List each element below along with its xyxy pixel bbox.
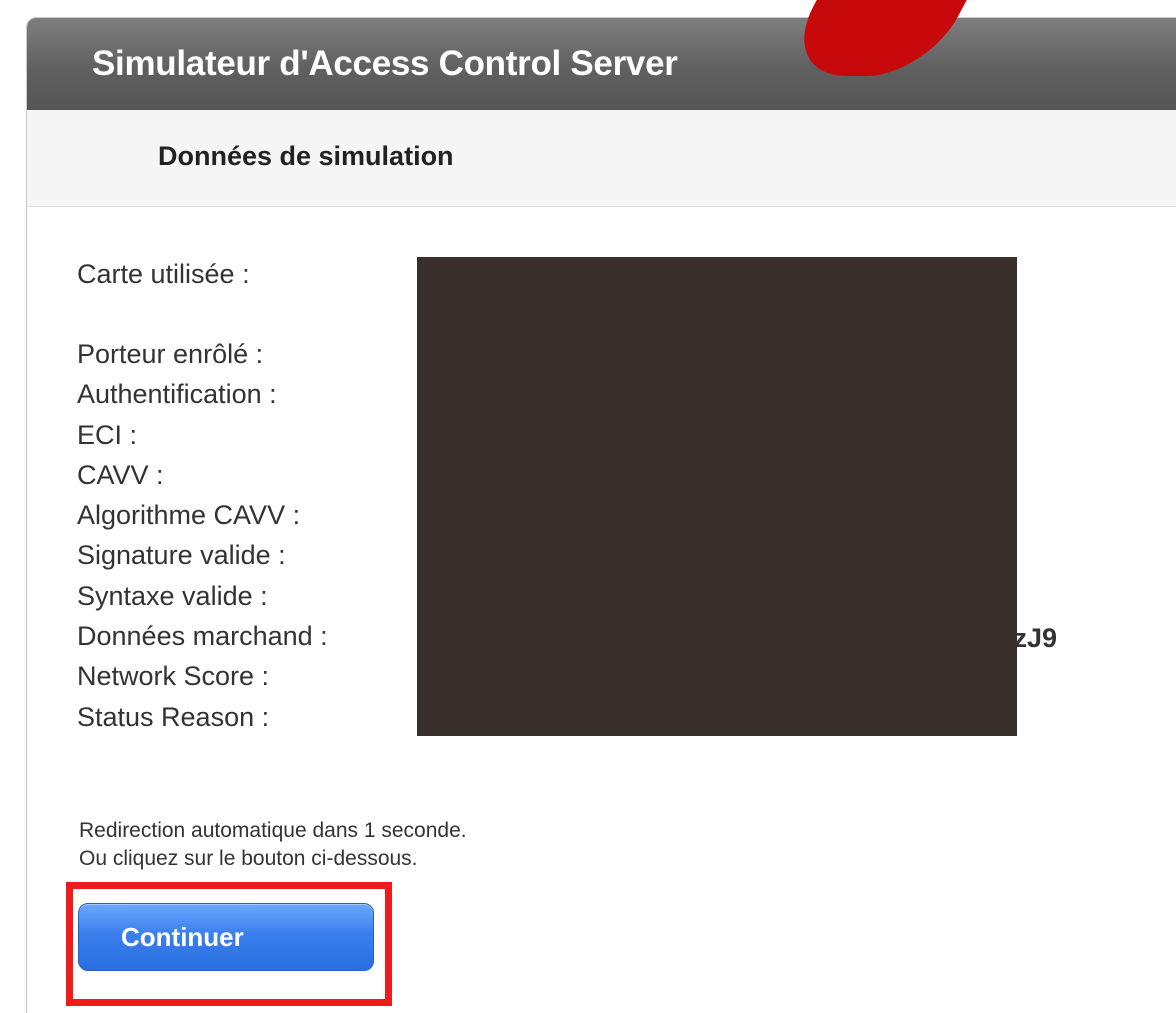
redaction-block (417, 257, 1017, 736)
field-label-cavv: CAVV : (77, 460, 164, 490)
section-title: Données de simulation (158, 141, 454, 171)
field-label-syntax-valid: Syntaxe valide : (77, 581, 268, 611)
field-label-authentication: Authentification : (77, 379, 277, 409)
redirect-message: Redirection automatique dans 1 seconde. (79, 819, 467, 842)
field-label-merchant-data: Données marchand : (77, 621, 328, 651)
field-label-card: Carte utilisée : (77, 259, 250, 289)
field-label-network-score: Network Score : (77, 661, 270, 691)
field-label-cavv-algorithm: Algorithme CAVV : (77, 500, 301, 530)
page-title: Simulateur d'Access Control Server (92, 44, 678, 83)
field-label-enrolled: Porteur enrôlé : (77, 339, 264, 369)
redirect-instruction: Ou cliquez sur le bouton ci-dessous. (79, 847, 418, 870)
continue-button[interactable]: Continuer (78, 903, 374, 971)
continue-button-label: Continuer (121, 922, 244, 952)
page: Simulateur d'Access Control Server Donné… (0, 0, 1176, 1013)
section-header: Données de simulation (27, 110, 1176, 207)
field-label-eci: ECI : (77, 420, 138, 450)
title-bar: Simulateur d'Access Control Server (27, 18, 1176, 110)
field-label-status-reason: Status Reason : (77, 702, 270, 732)
field-label-signature-valid: Signature valide : (77, 540, 286, 570)
